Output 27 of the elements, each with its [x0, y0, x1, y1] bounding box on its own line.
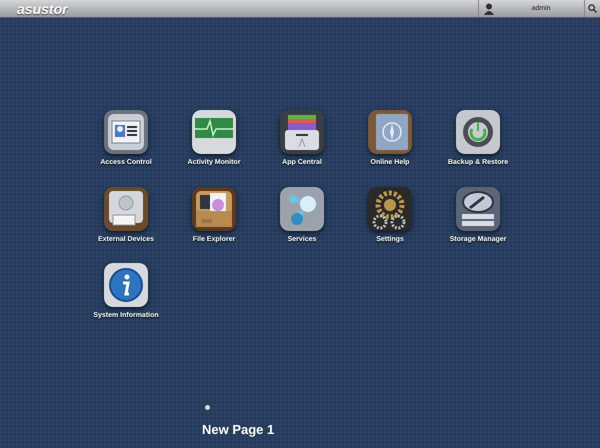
app-tile[interactable]: [192, 186, 236, 230]
app-tile[interactable]: [104, 186, 148, 230]
search-button[interactable]: [584, 0, 600, 17]
app-tile[interactable]: [104, 110, 148, 154]
drawer-icon: [280, 110, 324, 154]
id-card-icon: [104, 110, 148, 154]
user-icon[interactable]: [484, 2, 494, 14]
info-icon: [104, 263, 148, 307]
app-tile[interactable]: [456, 110, 500, 154]
app-tile[interactable]: [280, 186, 324, 230]
molecule-icon: [280, 186, 324, 230]
power-button-icon: [456, 110, 500, 154]
app-tile[interactable]: [280, 110, 324, 154]
page-title: New Page 1: [202, 420, 274, 439]
disk-wrench-icon: [456, 186, 500, 230]
app-tile[interactable]: [192, 110, 236, 154]
search-icon: [588, 4, 597, 13]
external-drive-icon: [104, 186, 148, 230]
logo: asustor: [16, 0, 68, 17]
gears-icon: [368, 186, 412, 230]
app-tile[interactable]: [368, 186, 412, 230]
folder-icon: [192, 186, 236, 230]
app-tile[interactable]: [456, 186, 500, 230]
heartbeat-monitor-icon: [192, 110, 236, 154]
app-tile[interactable]: [368, 110, 412, 154]
app-tile[interactable]: [104, 263, 148, 307]
compass-book-icon: [368, 110, 412, 154]
